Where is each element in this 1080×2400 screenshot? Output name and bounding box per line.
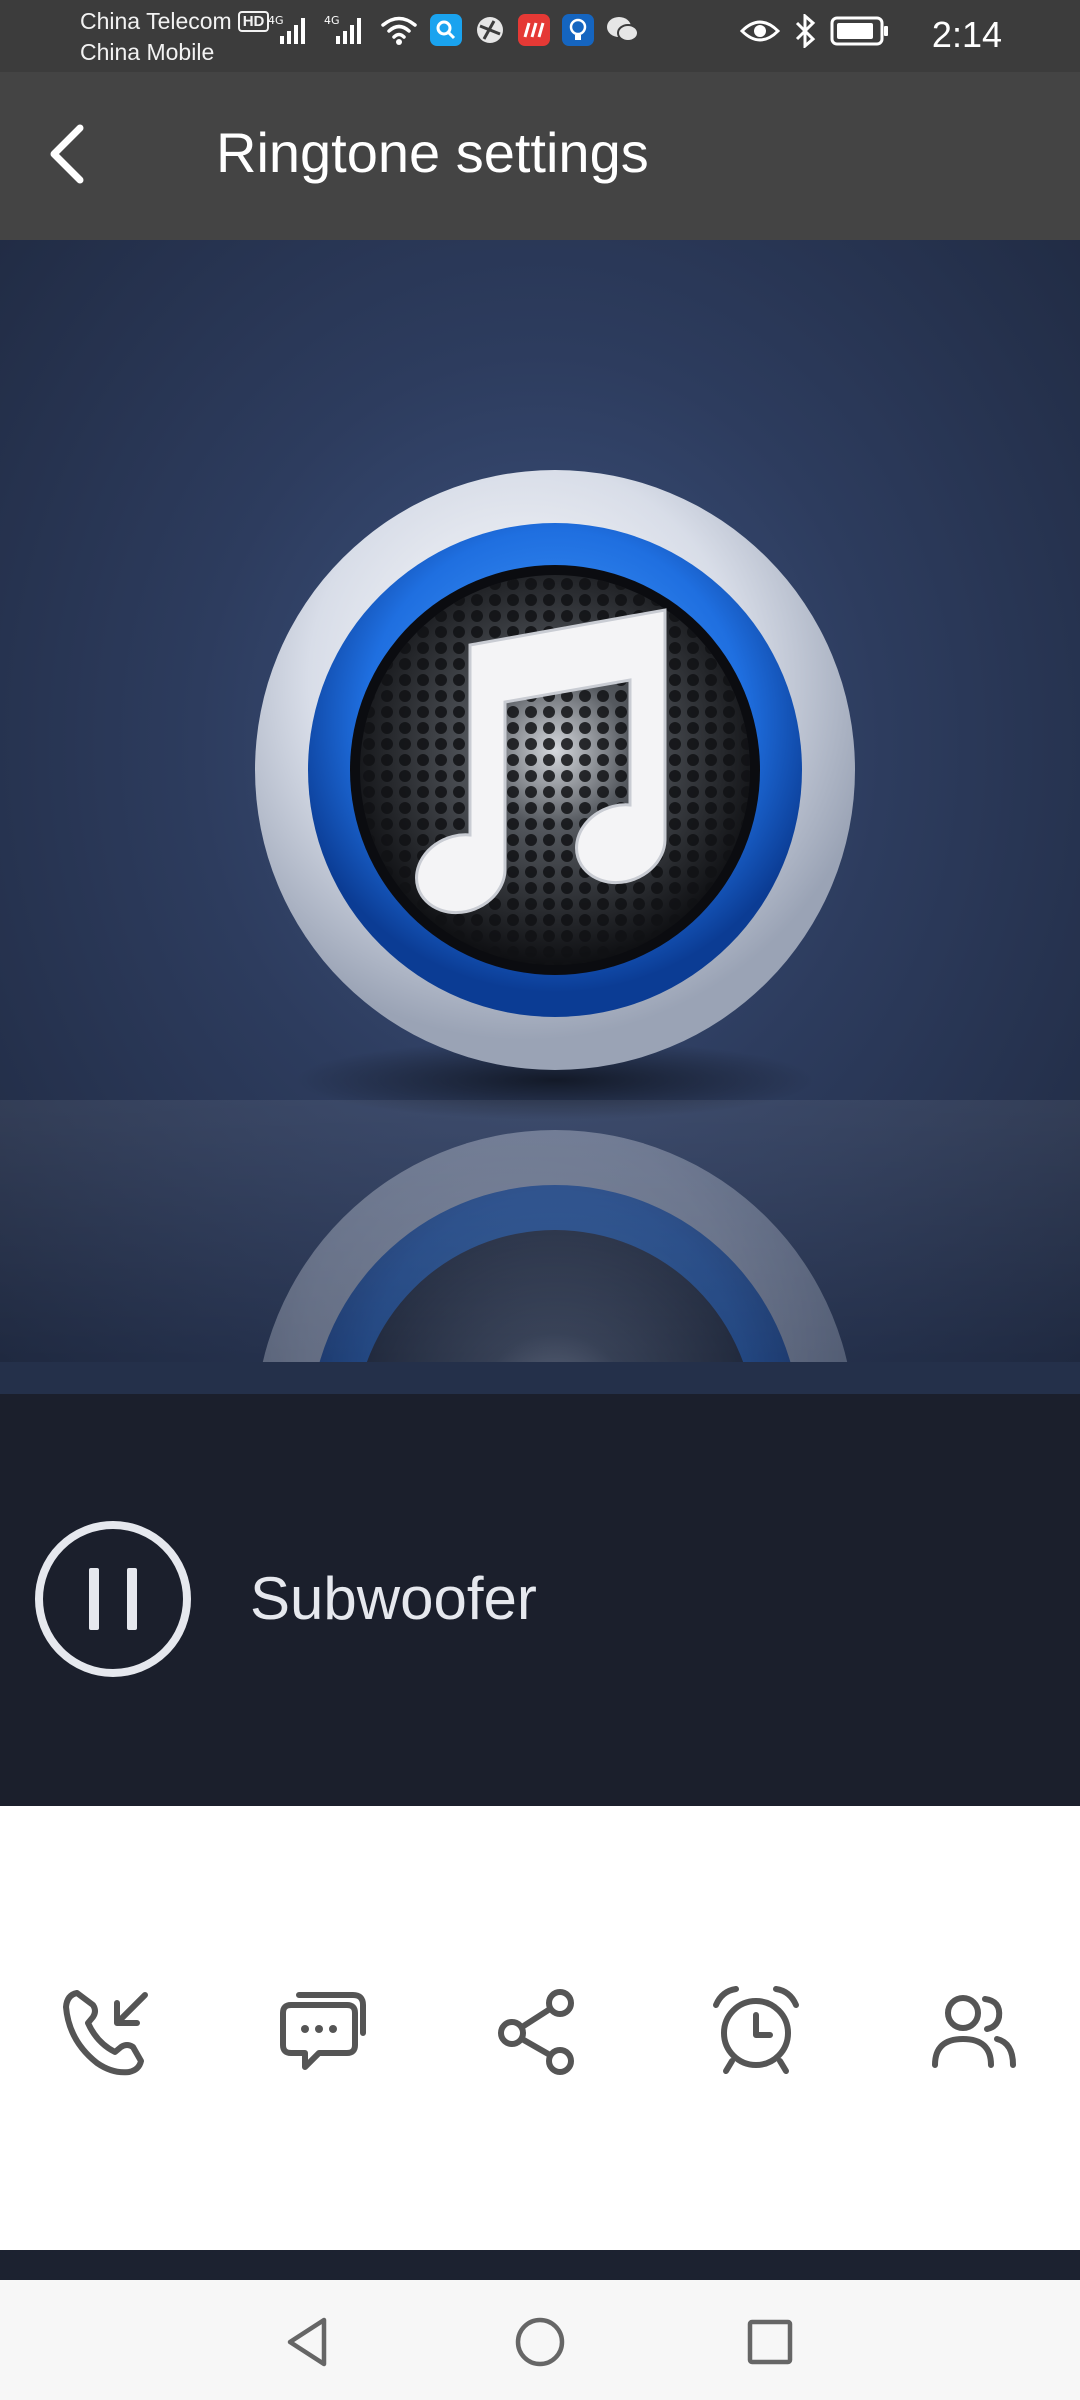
svg-text:4G: 4G bbox=[324, 14, 340, 27]
share-button[interactable] bbox=[485, 1976, 595, 2086]
carrier-info: China Telecom HD China Mobile bbox=[80, 6, 270, 68]
page-title: Ringtone settings bbox=[216, 121, 649, 184]
search-app-icon bbox=[430, 14, 462, 46]
status-time: 2:14 bbox=[931, 14, 1002, 55]
nav-back-button[interactable] bbox=[276, 2310, 340, 2374]
track-name: Subwoofer bbox=[250, 1565, 537, 1632]
nav-home-button[interactable] bbox=[508, 2310, 572, 2374]
bulb-app-icon bbox=[562, 14, 594, 46]
bottom-divider bbox=[0, 2250, 1080, 2280]
set-alarm-button[interactable] bbox=[701, 1976, 811, 2086]
wifi-icon bbox=[380, 14, 418, 46]
signal-icon: 4G bbox=[268, 12, 312, 48]
status-bar: China Telecom HD China Mobile 4G 4G 2:14 bbox=[0, 0, 1080, 72]
svg-text:4G: 4G bbox=[268, 14, 284, 27]
bluetooth-icon bbox=[794, 14, 816, 48]
status-icons-left: 4G 4G bbox=[268, 12, 640, 48]
chevron-left-icon bbox=[50, 124, 84, 184]
wechat-icon bbox=[606, 15, 640, 45]
eye-icon bbox=[740, 17, 780, 45]
home-circle-icon bbox=[515, 2317, 565, 2367]
status-icons-right bbox=[740, 14, 890, 48]
album-artwork bbox=[0, 240, 1080, 1362]
battery-icon bbox=[830, 15, 890, 47]
set-contact-ringtone-button[interactable] bbox=[918, 1976, 1028, 2086]
news-app-icon bbox=[518, 14, 550, 46]
recents-square-icon bbox=[747, 2319, 793, 2365]
back-button[interactable] bbox=[26, 114, 106, 194]
carrier-1: China Telecom bbox=[80, 8, 232, 34]
pause-button[interactable] bbox=[34, 1520, 192, 1678]
set-message-tone-button[interactable] bbox=[268, 1976, 378, 2086]
signal-icon: 4G bbox=[324, 12, 368, 48]
alarm-icon bbox=[713, 1986, 799, 2074]
browser-app-icon bbox=[474, 14, 506, 46]
set-call-ringtone-button[interactable] bbox=[52, 1976, 162, 2086]
contacts-icon bbox=[932, 1995, 1016, 2068]
speaker-graphic bbox=[255, 470, 855, 1070]
system-nav-bar bbox=[0, 2280, 1080, 2400]
app-header: Ringtone settings bbox=[0, 72, 1080, 240]
pause-icon bbox=[35, 1521, 191, 1677]
ringtone-actions bbox=[0, 1806, 1080, 2250]
back-triangle-icon bbox=[287, 2317, 327, 2367]
player-panel: Subwoofer bbox=[0, 1394, 1080, 1806]
player-divider bbox=[0, 1362, 1080, 1394]
hd-badge: HD bbox=[237, 11, 270, 32]
share-icon bbox=[498, 1989, 574, 2075]
nav-recents-button[interactable] bbox=[738, 2310, 802, 2374]
carrier-2: China Mobile bbox=[80, 39, 215, 65]
message-icon bbox=[280, 1992, 366, 2070]
incoming-call-icon bbox=[63, 1990, 148, 2076]
